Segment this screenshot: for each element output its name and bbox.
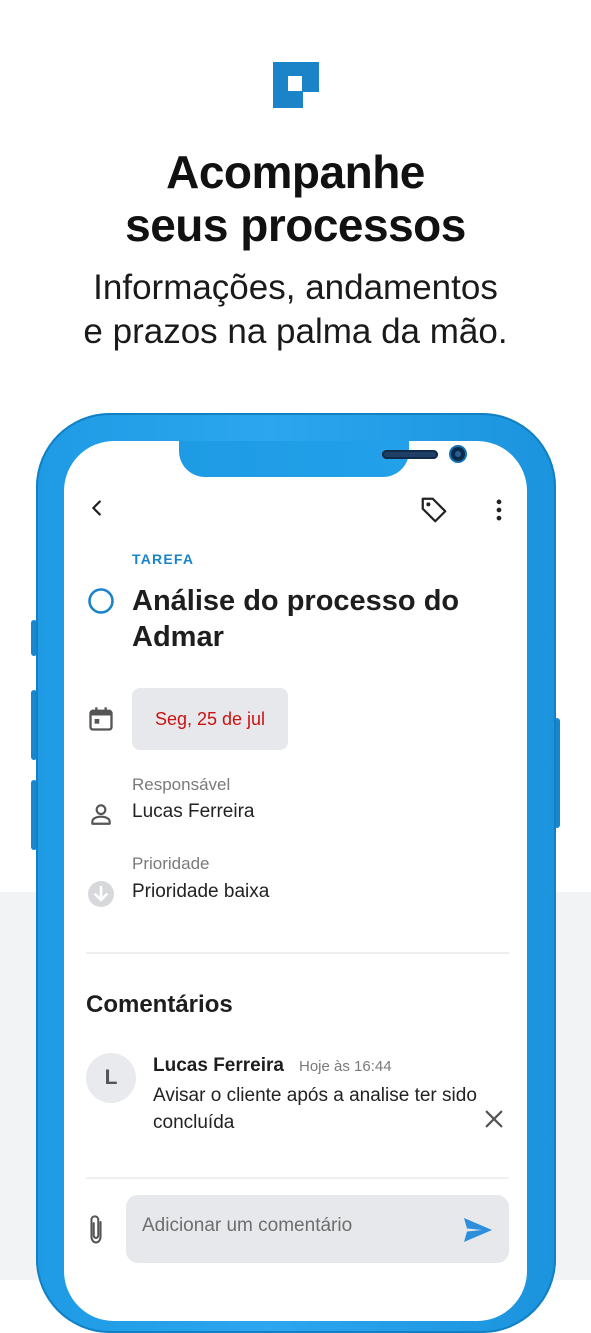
headline-line-1: Acompanhe <box>166 146 425 198</box>
due-date-chip[interactable]: Seg, 25 de jul <box>132 688 288 750</box>
headline-line-2: seus processos <box>125 199 466 251</box>
person-icon <box>91 804 111 825</box>
arrow-down-circle-icon <box>88 881 114 907</box>
responsible-label: Responsável <box>132 775 231 794</box>
paperclip-icon[interactable] <box>82 1213 110 1247</box>
chevron-left-icon[interactable] <box>86 497 108 519</box>
promo-subheadline: Informações, andamentos e prazos na palm… <box>0 266 591 354</box>
responsible-value[interactable]: Lucas Ferreira <box>132 801 255 823</box>
comment-text: Avisar o cliente após a analise ter sido… <box>153 1085 477 1133</box>
task-type-label: TAREFA <box>132 551 195 567</box>
avatar: L <box>86 1053 136 1103</box>
comment-timestamp: Hoje às 16:44 <box>299 1058 392 1075</box>
priority-label: Prioridade <box>132 854 210 873</box>
close-icon[interactable] <box>483 1108 505 1130</box>
subheadline-line-1: Informações, andamentos <box>93 268 498 307</box>
comment-author: Lucas Ferreira <box>153 1055 284 1076</box>
send-icon[interactable] <box>463 1217 493 1243</box>
more-vertical-icon[interactable] <box>486 496 512 524</box>
section-divider <box>86 952 509 954</box>
tag-icon[interactable] <box>419 495 449 525</box>
comment-composer <box>126 1195 509 1263</box>
front-camera <box>451 447 465 461</box>
calendar-icon <box>89 707 113 731</box>
comment-divider <box>86 1177 509 1179</box>
subheadline-line-2: e prazos na palma da mão. <box>83 312 508 351</box>
priority-value[interactable]: Prioridade baixa <box>132 881 269 903</box>
brand-logo <box>273 62 319 108</box>
comment-input[interactable] <box>142 1215 442 1237</box>
comments-title: Comentários <box>86 991 233 1018</box>
phone-screen: TAREFA Análise do processo do Admar Seg,… <box>64 441 527 1321</box>
speaker-grille <box>382 450 438 459</box>
task-title: Análise do processo do Admar <box>132 585 460 653</box>
phone-notch <box>179 441 465 477</box>
circle-outline-icon[interactable] <box>87 587 115 615</box>
promo-headline: Acompanhe seus processos <box>0 146 591 252</box>
